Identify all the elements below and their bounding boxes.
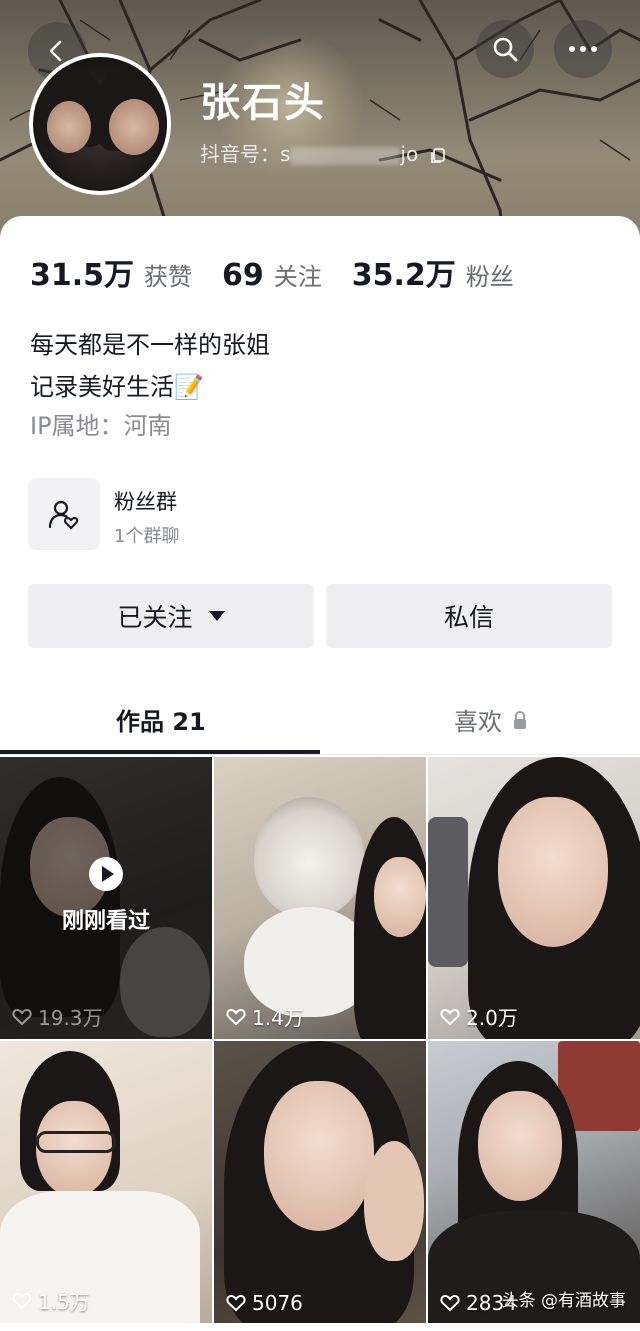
heart-icon [12,1008,32,1025]
followed-button-label: 已关注 [117,603,193,632]
heart-icon [12,1292,32,1309]
douyin-id[interactable]: 抖音号：s jo [200,138,447,167]
stat-fans[interactable]: 35.2万 粉丝 [352,250,514,294]
video-tile[interactable]: 1.5万 [0,1041,212,1323]
video-like-value: 1.5万 [38,1290,90,1314]
douyin-id-start: s [280,142,291,166]
video-like-count: 19.3万 [12,1002,103,1031]
tab-divider [0,754,640,755]
fan-group-subtitle: 1个群聊 [114,526,180,547]
video-like-value: 2.0万 [466,1006,518,1030]
video-tile[interactable]: 2834 头条 @有酒故事 [428,1041,640,1323]
message-button[interactable]: 私信 [326,584,612,648]
more-dots-icon [569,46,597,52]
video-like-count: 5076 [226,1291,303,1315]
douyin-id-redacted [290,146,401,165]
douyin-id-end: jo [400,142,419,166]
recently-watched-label: 刚刚看过 [61,909,150,934]
watermark-text: 头条 @有酒故事 [501,1291,626,1311]
heart-icon [226,1008,246,1025]
stat-fans-value: 35.2万 [351,258,456,293]
stat-likes-label: 获赞 [144,263,193,291]
thumb-face [498,797,608,947]
thumb-phone [428,817,468,967]
video-thumbnail [428,1041,640,1323]
video-like-value: 5076 [252,1291,303,1315]
stats-row: 31.5万 获赞 69 关注 35.2万 粉丝 [30,250,544,294]
tab-likes[interactable]: 喜欢 [454,702,528,737]
thumb-face [264,1081,374,1231]
profile-name: 张石头 [200,80,326,126]
fan-group-title[interactable]: 粉丝群 [114,486,177,516]
stat-likes[interactable]: 31.5万 获赞 [30,250,192,294]
video-like-value: 1.4万 [252,1006,304,1030]
video-thumbnail [428,757,640,1039]
bio-line-1: 每天都是不一样的张姐 [30,331,270,359]
video-thumbnail [214,1041,426,1323]
followed-button[interactable]: 已关注 [28,584,314,648]
avatar-face-right [109,99,159,155]
video-like-value: 19.3万 [38,1006,103,1030]
stat-following[interactable]: 69 关注 [222,257,322,293]
play-icon [89,857,123,891]
thumb-cat [254,797,364,917]
stat-likes-value: 31.5万 [30,258,135,293]
avatar[interactable] [29,53,171,195]
more-button[interactable] [554,20,612,78]
video-like-count: 2.0万 [440,1002,518,1031]
ip-location: IP属地：河南 [30,412,172,440]
video-like-count: 1.4万 [226,1002,304,1031]
stat-following-value: 69 [222,258,264,293]
video-tile[interactable]: 1.4万 [214,757,426,1039]
douyin-id-prefix: 抖音号： [200,142,280,166]
video-thumbnail [214,757,426,1039]
dropdown-triangle-icon [208,611,225,621]
video-tile[interactable]: 5076 [214,1041,426,1323]
tab-works[interactable]: 作品 21 [116,702,206,737]
thumb-glasses [36,1131,116,1153]
copy-icon[interactable] [429,147,447,165]
thumb-face [374,857,426,937]
video-tile[interactable]: 2.0万 [428,757,640,1039]
search-button[interactable] [476,20,534,78]
heart-icon [440,1294,460,1312]
stat-fans-label: 粉丝 [465,263,514,291]
tab-likes-label: 喜欢 [454,708,502,736]
video-thumbnail [0,1041,212,1323]
fan-group-icon [48,500,79,529]
bio: 每天都是不一样的张姐 记录美好生活📝 [30,324,270,408]
video-tile[interactable]: 刚刚看过 19.3万 [0,757,212,1039]
lock-icon [514,710,526,729]
heart-icon [226,1294,246,1312]
video-like-count: 1.5万 [12,1286,90,1315]
heart-icon [440,1008,460,1025]
stat-following-label: 关注 [273,263,322,291]
fan-group-button[interactable] [28,478,100,550]
avatar-face-left [47,101,91,153]
bio-line-2: 记录美好生活📝 [30,373,204,401]
back-arrow-icon [49,40,62,62]
thumb-hand [364,1141,424,1261]
thumb-face [478,1091,562,1201]
search-icon [493,37,518,62]
recently-watched-overlay: 刚刚看过 [0,857,212,935]
message-button-label: 私信 [443,603,494,632]
